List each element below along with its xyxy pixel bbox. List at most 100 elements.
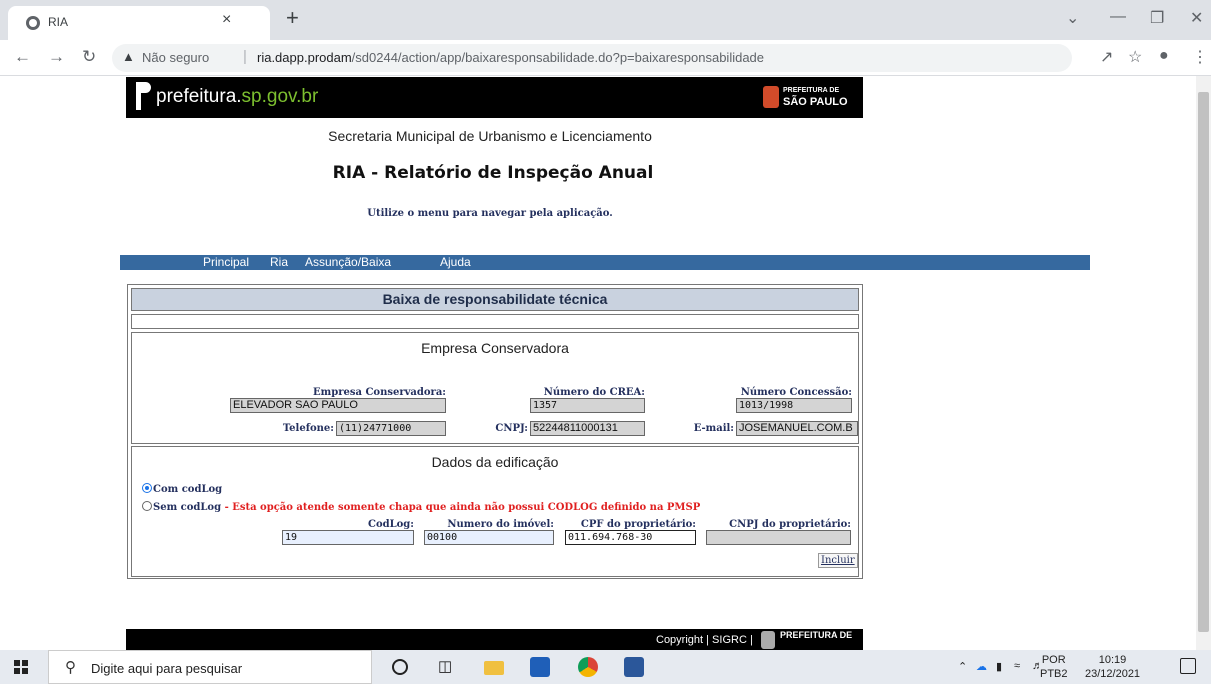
tab-close-icon[interactable]: × <box>222 11 231 29</box>
security-label[interactable]: Não seguro <box>142 50 209 65</box>
form-spacer-row <box>131 314 859 329</box>
wifi-icon[interactable]: ≈ <box>1014 660 1020 672</box>
empresa-heading: Empresa Conservadora <box>421 340 569 356</box>
search-icon: ⚲ <box>65 659 76 676</box>
window-close-icon[interactable]: ✕ <box>1190 8 1203 28</box>
scrollbar-thumb[interactable] <box>1198 92 1209 632</box>
email-field[interactable]: JOSEMANUEL.COM.B <box>736 421 858 436</box>
word-icon[interactable] <box>624 657 644 677</box>
site-header: prefeitura.sp.gov.br PREFEITURA DE SÃO P… <box>126 77 863 118</box>
menu-item-principal[interactable]: Principal <box>203 255 249 269</box>
task-view-icon[interactable]: ◫ <box>438 657 458 677</box>
cortana-icon[interactable] <box>392 659 408 675</box>
radio-com-codlog-label[interactable]: Com codLog <box>153 484 222 495</box>
tab-search-icon[interactable]: ⌄ <box>1066 8 1079 28</box>
windows-taskbar: ⚲ Digite aqui para pesquisar ◫ ⌃ ☁ ▮ ≈ ♬… <box>0 650 1211 684</box>
cnpj-proprietario-input[interactable] <box>706 530 851 545</box>
bookmark-star-icon[interactable]: ☆ <box>1128 47 1142 67</box>
edificacao-heading: Dados da edificação <box>431 454 559 470</box>
clock-time: 10:19 <box>1098 654 1127 666</box>
footer-seal-icon <box>761 631 775 649</box>
minimize-icon[interactable]: — <box>1110 8 1126 26</box>
cpf-label: CPF do proprietário: <box>580 519 696 530</box>
menu-item-ria[interactable]: Ria <box>270 255 288 269</box>
secretaria-heading: Secretaria Municipal de Urbanismo e Lice… <box>328 128 652 144</box>
brand-big: SÃO PAULO <box>783 96 848 108</box>
form-frame: Baixa de responsabilidate técnica Empres… <box>127 284 863 579</box>
radio-sem-codlog-label[interactable]: Sem codLog - Esta opção atende somente c… <box>153 502 700 513</box>
tab-title: RIA <box>48 15 69 29</box>
imovel-input[interactable]: 00100 <box>424 530 554 545</box>
email-label: E-mail: <box>693 423 734 434</box>
new-tab-button[interactable]: + <box>286 5 299 31</box>
page-scrollbar[interactable] <box>1196 76 1211 650</box>
crea-field[interactable]: 1357 <box>530 398 645 413</box>
crea-label: Número do CREA: <box>543 387 645 398</box>
radio-sem-text: Sem codLog <box>153 502 222 513</box>
logo-domain: sp.gov.br <box>241 86 319 107</box>
omnibox[interactable]: ▲ Não seguro | ria.dapp.prodam/sd0244/ac… <box>112 44 1072 72</box>
onedrive-icon[interactable]: ☁ <box>976 660 987 673</box>
radio-sem-note: - Esta opção atende somente chapa que ai… <box>224 502 701 513</box>
profile-icon[interactable]: ● <box>1159 47 1169 65</box>
menu-kebab-icon[interactable]: ⋮ <box>1192 47 1208 67</box>
edificacao-section: Dados da edificação Com codLog Sem codLo… <box>131 446 859 577</box>
site-logo-text[interactable]: prefeitura.sp.gov.br <box>156 86 318 108</box>
concessao-field[interactable]: 1013/1998 <box>736 398 852 413</box>
app-menu-bar: Principal Ria Assunção/Baixa Ajuda <box>120 255 1090 270</box>
taskbar-search-box[interactable]: ⚲ Digite aqui para pesquisar <box>48 650 372 684</box>
language-code: POR <box>1041 654 1066 666</box>
empresa-field[interactable]: ELEVADOR SAO PAULO <box>230 398 446 413</box>
windows-start-icon[interactable] <box>14 660 28 674</box>
empresa-section: Empresa Conservadora Empresa Conservador… <box>131 332 859 444</box>
codlog-label: CodLog: <box>367 519 414 530</box>
codlog-input[interactable]: 19 <box>282 530 414 545</box>
share-icon[interactable]: ↗ <box>1100 47 1113 67</box>
footer-brand: PREFEITURA DE <box>780 630 853 640</box>
address-bar-row: ← → ↻ ▲ Não seguro | ria.dapp.prodam/sd0… <box>0 40 1211 76</box>
incluir-button[interactable]: Incluir <box>818 553 858 568</box>
outlook-icon[interactable] <box>530 657 550 677</box>
telefone-label: Telefone: <box>282 423 334 434</box>
cnpj-proprietario-label: CNPJ do proprietário: <box>729 519 851 530</box>
keyboard-layout: PTB2 <box>1040 668 1068 680</box>
site-footer: Copyright | SIGRC | PREFEITURA DE <box>126 629 863 650</box>
forward-icon[interactable]: → <box>48 47 65 67</box>
system-clock[interactable]: 10:19 23/12/2021 <box>1085 653 1140 681</box>
menu-item-ajuda[interactable]: Ajuda <box>440 255 471 269</box>
prefeitura-logo-icon <box>134 82 151 110</box>
warning-icon: ▲ <box>122 49 135 64</box>
omnibox-divider: | <box>243 48 247 65</box>
url-text[interactable]: ria.dapp.prodam/sd0244/action/app/baixar… <box>257 50 764 65</box>
navigation-hint: Utilize o menu para navegar pela aplicaç… <box>367 208 613 219</box>
reload-icon[interactable]: ↻ <box>82 47 96 67</box>
battery-icon[interactable]: ▮ <box>996 660 1002 673</box>
browser-tab-strip: RIA × + ⌄ — ❐ ✕ <box>0 0 1211 40</box>
url-path: /sd0244/action/app/baixaresponsabilidade… <box>351 50 765 65</box>
url-host: ria.dapp.prodam <box>257 50 352 65</box>
globe-icon <box>26 16 40 30</box>
imovel-label: Numero do imóvel: <box>447 519 554 530</box>
copyright-text: Copyright | SIGRC | <box>656 634 753 646</box>
taskbar-search-placeholder: Digite aqui para pesquisar <box>91 661 243 676</box>
radio-sem-codlog[interactable] <box>142 501 152 511</box>
cpf-input[interactable]: 011.694.768-30 <box>565 530 696 545</box>
empresa-label: Empresa Conservadora: <box>313 387 446 398</box>
language-indicator[interactable]: POR PTB2 <box>1040 653 1068 681</box>
telefone-field[interactable]: (11)24771000 <box>336 421 446 436</box>
chrome-icon[interactable] <box>578 657 598 677</box>
tray-chevron-icon[interactable]: ⌃ <box>958 660 967 673</box>
tab-ria[interactable]: RIA × <box>8 6 270 40</box>
menu-item-assuncao-baixa[interactable]: Assunção/Baixa <box>305 255 391 269</box>
file-explorer-icon[interactable] <box>484 661 504 675</box>
notification-center-icon[interactable] <box>1180 658 1196 674</box>
page-title: RIA - Relatório de Inspeção Anual <box>332 163 654 183</box>
back-icon[interactable]: ← <box>14 47 31 67</box>
cnpj-field[interactable]: 52244811000131 <box>530 421 645 436</box>
cnpj-label: CNPJ: <box>495 423 528 434</box>
concessao-label: Número Concessão: <box>740 387 852 398</box>
clock-date: 23/12/2021 <box>1085 668 1141 680</box>
radio-com-codlog[interactable] <box>142 483 152 493</box>
city-seal-icon <box>763 86 779 108</box>
maximize-icon[interactable]: ❐ <box>1150 8 1164 28</box>
